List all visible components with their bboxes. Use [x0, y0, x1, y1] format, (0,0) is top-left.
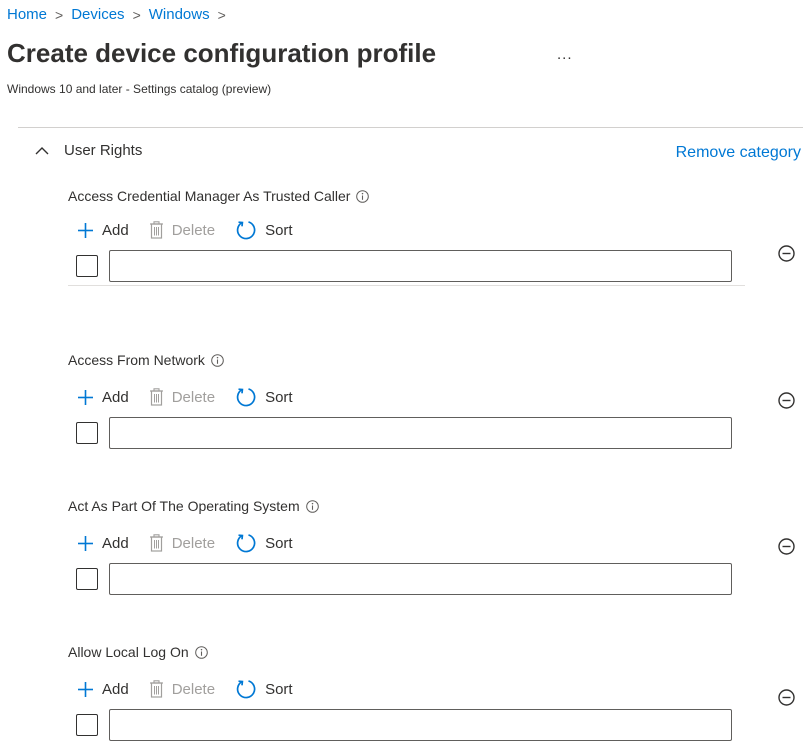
row-checkbox[interactable]: [76, 422, 98, 444]
info-icon[interactable]: [356, 190, 370, 203]
remove-category-link[interactable]: Remove category: [676, 144, 801, 162]
add-label: Add: [102, 221, 129, 239]
row-checkbox[interactable]: [76, 568, 98, 590]
delete-button[interactable]: Delete: [149, 680, 215, 698]
breadcrumb: Home > Devices > Windows >: [7, 6, 234, 23]
trash-icon: [149, 221, 163, 239]
delete-button[interactable]: Delete: [149, 388, 215, 406]
setting-label: Allow Local Log On: [68, 642, 388, 663]
minus-circle-icon[interactable]: [778, 538, 795, 555]
delete-label: Delete: [171, 388, 216, 406]
setting-value-input[interactable]: [109, 417, 732, 449]
sort-button[interactable]: Sort: [235, 532, 293, 554]
setting-toolbar: Add Delete Sort: [77, 216, 745, 244]
setting-divider: [68, 285, 745, 286]
setting-value-row: [76, 563, 745, 595]
trash-icon: [149, 388, 163, 406]
sort-button[interactable]: Sort: [235, 678, 293, 700]
setting-label: Act As Part Of The Operating System: [68, 496, 388, 517]
setting-value-row: [76, 250, 745, 282]
breadcrumb-separator: >: [132, 6, 141, 23]
setting-act-as-part-of-os: Act As Part Of The Operating System Add …: [68, 496, 745, 595]
plus-icon: [78, 535, 93, 551]
add-button[interactable]: Add: [77, 389, 129, 406]
setting-access-from-network: Access From Network Add Delete Sort: [68, 350, 745, 449]
breadcrumb-separator: >: [55, 6, 64, 23]
setting-toolbar: Add Delete Sort: [77, 383, 745, 411]
add-label: Add: [102, 534, 129, 552]
setting-value-input[interactable]: [109, 250, 732, 282]
setting-value-input[interactable]: [109, 709, 732, 741]
breadcrumb-windows[interactable]: Windows: [149, 6, 210, 23]
delete-label: Delete: [171, 221, 216, 239]
setting-label: Access From Network: [68, 350, 388, 371]
category-name: User Rights: [64, 142, 143, 159]
setting-value-input[interactable]: [109, 563, 732, 595]
add-button[interactable]: Add: [77, 681, 129, 698]
add-label: Add: [102, 680, 129, 698]
more-options-button[interactable]: ...: [557, 46, 573, 63]
page-title: Create device configuration profile: [7, 38, 437, 68]
setting-label: Access Credential Manager As Trusted Cal…: [68, 186, 388, 207]
plus-icon: [78, 389, 93, 405]
breadcrumb-devices[interactable]: Devices: [71, 6, 124, 23]
info-icon[interactable]: [211, 354, 224, 367]
refresh-icon: [236, 534, 256, 553]
breadcrumb-home[interactable]: Home: [7, 6, 47, 23]
minus-circle-icon[interactable]: [778, 245, 795, 262]
chevron-up-icon: [35, 146, 49, 154]
setting-toolbar: Add Delete Sort: [77, 529, 745, 557]
setting-value-row: [76, 709, 745, 741]
trash-icon: [149, 680, 163, 698]
delete-button[interactable]: Delete: [149, 221, 215, 239]
row-checkbox[interactable]: [76, 714, 98, 736]
category-toggle[interactable]: User Rights: [34, 142, 142, 159]
breadcrumb-separator: >: [217, 6, 226, 23]
sort-label: Sort: [265, 388, 293, 406]
trash-icon: [149, 534, 163, 552]
add-button[interactable]: Add: [77, 222, 129, 239]
refresh-icon: [236, 388, 256, 407]
page-subtitle: Windows 10 and later - Settings catalog …: [7, 82, 272, 96]
sort-label: Sort: [265, 534, 293, 552]
plus-icon: [78, 681, 93, 697]
delete-label: Delete: [171, 534, 216, 552]
add-button[interactable]: Add: [77, 535, 129, 552]
add-label: Add: [102, 388, 129, 406]
setting-toolbar: Add Delete Sort: [77, 675, 745, 703]
delete-button[interactable]: Delete: [149, 534, 215, 552]
minus-circle-icon[interactable]: [778, 689, 795, 706]
sort-button[interactable]: Sort: [235, 219, 293, 241]
sort-button[interactable]: Sort: [235, 386, 293, 408]
info-icon[interactable]: [194, 646, 208, 659]
sort-label: Sort: [265, 221, 293, 239]
setting-allow-local-log-on: Allow Local Log On Add Delete Sort: [68, 642, 745, 741]
setting-value-row: [76, 417, 745, 449]
setting-access-credential-manager: Access Credential Manager As Trusted Cal…: [68, 186, 745, 286]
minus-circle-icon[interactable]: [778, 392, 795, 409]
header-divider: [18, 127, 803, 128]
info-icon[interactable]: [305, 500, 319, 513]
sort-label: Sort: [265, 680, 293, 698]
delete-label: Delete: [171, 680, 216, 698]
refresh-icon: [236, 680, 256, 699]
row-checkbox[interactable]: [76, 255, 98, 277]
refresh-icon: [236, 221, 256, 240]
plus-icon: [78, 222, 93, 238]
